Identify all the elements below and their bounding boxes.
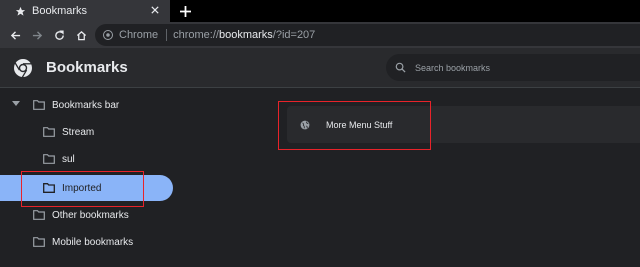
bookmark-title: More Menu Stuff xyxy=(326,119,393,130)
folder-icon xyxy=(33,210,45,220)
chrome-logo-icon xyxy=(13,58,33,78)
globe-icon xyxy=(300,120,310,130)
expand-arrow-icon[interactable] xyxy=(11,99,21,109)
home-icon[interactable] xyxy=(73,27,89,43)
reload-icon[interactable] xyxy=(51,27,67,43)
folder-icon xyxy=(43,127,55,137)
folder-icon xyxy=(33,237,45,247)
new-tab-icon[interactable] xyxy=(177,3,193,19)
site-chip: Chrome xyxy=(119,29,159,41)
browser-toolbar: Chrome chrome://bookmarks/?id=207 xyxy=(0,22,640,48)
folder-icon xyxy=(33,100,45,110)
page-title: Bookmarks xyxy=(46,59,128,76)
tab-title: Bookmarks xyxy=(32,5,88,17)
back-arrow-icon[interactable] xyxy=(7,27,23,43)
chrome-logo-icon xyxy=(103,30,113,40)
tree-item-bookmarks-bar[interactable]: Bookmarks bar xyxy=(33,92,119,118)
tree-item-stream[interactable]: Stream xyxy=(43,119,94,145)
bookmark-item[interactable]: More Menu Stuff xyxy=(287,106,640,143)
tree-item-mobile-bookmarks[interactable]: Mobile bookmarks xyxy=(33,229,133,255)
tree-item-label: sul xyxy=(62,153,75,165)
tab-bookmarks[interactable]: Bookmarks xyxy=(0,0,170,22)
url-host: bookmarks xyxy=(218,29,273,41)
forward-arrow-icon[interactable] xyxy=(29,27,45,43)
search-icon xyxy=(395,62,406,73)
star-icon xyxy=(14,5,26,17)
tree-item-sul[interactable]: sul xyxy=(43,146,75,172)
close-icon[interactable] xyxy=(148,3,162,17)
search-input[interactable] xyxy=(415,62,615,73)
tab-strip: Bookmarks xyxy=(0,0,640,22)
url-scheme: chrome:// xyxy=(173,29,219,41)
tree-item-label: Other bookmarks xyxy=(52,209,129,221)
folder-icon xyxy=(43,183,55,193)
tree-item-label: Imported xyxy=(62,182,102,194)
address-bar[interactable]: Chrome chrome://bookmarks/?id=207 xyxy=(95,24,640,46)
tree-item-imported[interactable]: Imported xyxy=(0,175,173,201)
bookmarks-header: Bookmarks xyxy=(0,48,640,88)
tree-item-label: Stream xyxy=(62,126,95,138)
folder-icon xyxy=(43,154,55,164)
omnibox-divider xyxy=(166,29,168,41)
tree-item-other-bookmarks[interactable]: Other bookmarks xyxy=(33,202,129,228)
tree-item-label: Mobile bookmarks xyxy=(52,236,134,248)
tree-item-label: Bookmarks bar xyxy=(52,99,120,111)
url-path: /?id=207 xyxy=(272,29,316,41)
search-box[interactable] xyxy=(386,54,640,81)
